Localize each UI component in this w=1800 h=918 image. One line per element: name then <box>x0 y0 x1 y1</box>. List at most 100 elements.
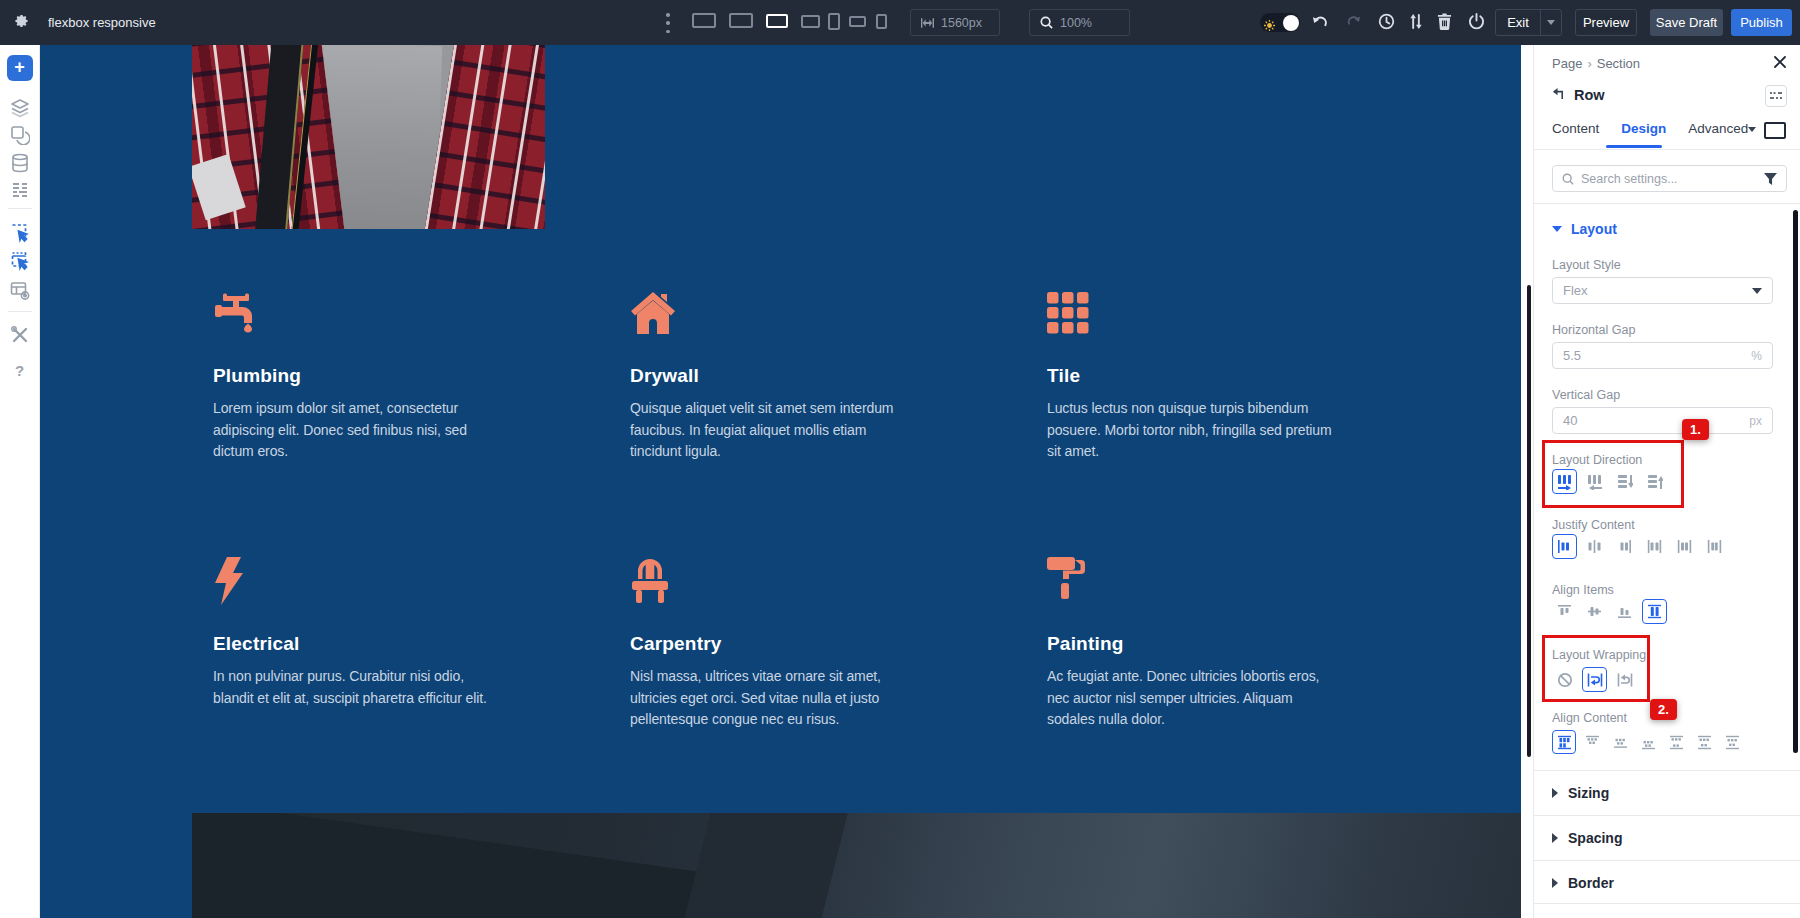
zoom-control[interactable]: 100% <box>1029 9 1130 36</box>
wireframe-toggle-button[interactable] <box>1765 85 1787 107</box>
active-tab-underline <box>1606 145 1662 148</box>
redo-icon[interactable] <box>1345 14 1361 32</box>
section-spacing[interactable]: Spacing <box>1552 830 1622 846</box>
service-title: Electrical <box>213 631 583 657</box>
service-card-plumbing: Plumbing Lorem ipsum dolor sit amet, con… <box>213 292 583 463</box>
service-card-tile: Tile Luctus lectus non quisque turpis bi… <box>1047 292 1417 463</box>
device-desktop-icon[interactable] <box>729 13 753 28</box>
expand-caret-icon <box>1552 788 1558 798</box>
layout-style-select[interactable]: Flex <box>1552 277 1773 304</box>
section-layout[interactable]: Layout <box>1552 221 1617 237</box>
justify-end-button[interactable] <box>1612 534 1637 559</box>
justify-space-between-button[interactable] <box>1642 534 1667 559</box>
device-phone-landscape-icon[interactable] <box>849 16 866 27</box>
tile-grid-icon <box>1047 292 1417 334</box>
left-sidebar: + ? <box>0 45 40 918</box>
breadcrumb-page[interactable]: Page <box>1552 56 1582 71</box>
justify-space-around-button[interactable] <box>1672 534 1697 559</box>
save-draft-button[interactable]: Save Draft <box>1650 9 1723 36</box>
add-element-button[interactable]: + <box>7 55 33 81</box>
content-stretch-button[interactable] <box>1552 730 1576 754</box>
faucet-icon <box>213 292 583 334</box>
annotation-box-2 <box>1542 635 1650 702</box>
content-start-button[interactable] <box>1580 730 1604 754</box>
settings-gear-icon[interactable] <box>13 13 32 36</box>
align-end-button[interactable] <box>1612 599 1637 624</box>
trash-icon[interactable] <box>1437 13 1452 34</box>
content-end-button[interactable] <box>1636 730 1660 754</box>
element-outline-icon[interactable] <box>1764 122 1786 139</box>
annotation-badge-1: 1. <box>1682 419 1709 440</box>
page-canvas[interactable]: Plumbing Lorem ipsum dolor sit amet, con… <box>40 45 1521 918</box>
preview-button[interactable]: Preview <box>1575 9 1637 36</box>
select-caret-icon <box>1752 288 1762 294</box>
justify-start-button[interactable] <box>1552 534 1577 559</box>
device-phone-icon[interactable] <box>876 14 887 29</box>
close-icon[interactable] <box>1773 55 1787 72</box>
exit-button[interactable]: Exit <box>1495 9 1562 36</box>
justify-center-button[interactable] <box>1582 534 1607 559</box>
panel-scrollbar[interactable] <box>1793 210 1798 753</box>
align-start-button[interactable] <box>1552 599 1577 624</box>
annotation-badge-2: 2. <box>1650 699 1677 720</box>
widgets-settings-icon[interactable] <box>9 280 30 305</box>
filter-icon[interactable] <box>1764 173 1777 185</box>
expand-caret-icon <box>1552 833 1558 843</box>
canvas-scrollbar[interactable] <box>1527 285 1531 757</box>
layout-style-label: Layout Style <box>1552 258 1621 272</box>
back-arrow-icon[interactable] <box>1552 87 1565 103</box>
content-list-icon[interactable] <box>10 180 30 204</box>
search-settings-input[interactable]: Search settings... <box>1552 165 1787 192</box>
device-tablet-landscape-icon[interactable] <box>801 15 820 28</box>
device-tablet-icon[interactable] <box>828 13 840 30</box>
annotation-box-1 <box>1542 440 1684 508</box>
align-content-options <box>1552 730 1744 754</box>
breadcrumb-section[interactable]: Section <box>1597 56 1640 71</box>
content-space-evenly-button[interactable] <box>1720 730 1744 754</box>
device-laptop-icon[interactable] <box>766 14 788 28</box>
tab-advanced[interactable]: Advanced <box>1688 121 1748 136</box>
service-description: Ac feugiat ante. Donec ultricies loborti… <box>1047 666 1417 731</box>
power-icon[interactable] <box>1468 13 1485 34</box>
exit-dropdown-caret[interactable] <box>1541 20 1561 25</box>
help-icon[interactable]: ? <box>15 362 24 379</box>
section-border[interactable]: Border <box>1552 875 1614 891</box>
justify-content-options <box>1552 534 1727 559</box>
service-card-drywall: Drywall Quisque aliquet velit sit amet s… <box>630 292 1000 463</box>
select-container-icon[interactable] <box>9 250 30 275</box>
align-items-options <box>1552 599 1667 624</box>
history-clock-icon[interactable] <box>1378 13 1395 34</box>
service-title: Tile <box>1047 363 1417 389</box>
content-space-between-button[interactable] <box>1664 730 1688 754</box>
service-title: Plumbing <box>213 363 583 389</box>
templates-icon[interactable] <box>10 125 30 149</box>
publish-button[interactable]: Publish <box>1731 9 1792 36</box>
content-center-button[interactable] <box>1608 730 1632 754</box>
justify-space-evenly-button[interactable] <box>1702 534 1727 559</box>
house-icon <box>630 292 1000 334</box>
tab-design[interactable]: Design <box>1621 121 1666 136</box>
content-space-around-button[interactable] <box>1692 730 1716 754</box>
bolt-icon <box>213 557 583 605</box>
service-description: Luctus lectus non quisque turpis bibendu… <box>1047 398 1417 463</box>
service-card-carpentry: Carpentry Nisl massa, ultrices vitae orn… <box>630 557 1000 731</box>
layers-icon[interactable] <box>10 98 30 122</box>
undo-icon[interactable] <box>1312 14 1330 34</box>
database-icon[interactable] <box>10 153 30 177</box>
select-element-icon[interactable] <box>9 222 30 247</box>
sort-arrows-icon[interactable] <box>1409 13 1423 34</box>
vertical-gap-input[interactable]: 40 px <box>1552 407 1773 434</box>
tab-content[interactable]: Content <box>1552 121 1599 136</box>
align-center-button[interactable] <box>1582 599 1607 624</box>
more-options-icon[interactable] <box>666 13 670 33</box>
tools-icon[interactable] <box>10 325 30 349</box>
canvas-width-input[interactable]: 1560px <box>910 9 1000 36</box>
align-stretch-button[interactable] <box>1642 599 1667 624</box>
dark-mode-toggle[interactable] <box>1260 13 1300 32</box>
horizontal-gap-input[interactable]: 5.5 % <box>1552 342 1773 369</box>
device-desktop-large-icon[interactable] <box>692 13 716 28</box>
tabs-dropdown-caret[interactable] <box>1748 127 1756 132</box>
expand-caret-icon <box>1552 878 1558 888</box>
hero-photo-plaid-shirt <box>192 45 545 229</box>
section-sizing[interactable]: Sizing <box>1552 785 1609 801</box>
